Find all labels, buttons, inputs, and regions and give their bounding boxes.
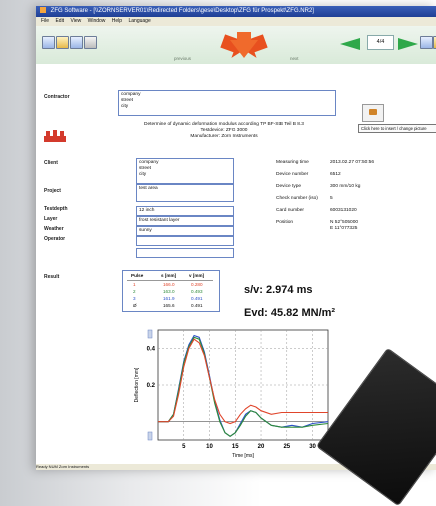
print-button[interactable]: [84, 36, 97, 49]
orange-arrows-icon[interactable]: [216, 28, 272, 62]
meta-value: 6512: [330, 172, 341, 177]
zorn-logo: [44, 130, 66, 142]
contractor-box[interactable]: company street city: [118, 90, 336, 116]
meta-value: N 52°505000 E 11°077325: [330, 220, 359, 231]
meta-key: Card number: [276, 208, 304, 213]
sv-result: s/v: 2.974 ms: [244, 284, 313, 296]
menu-help[interactable]: Help: [112, 18, 122, 24]
new-file-button[interactable]: [42, 36, 55, 49]
pulse-cell: 2: [133, 289, 136, 294]
testdepth-label: Testdepth: [44, 206, 68, 212]
meta-key: Measuring time: [276, 160, 309, 165]
window-title-bar: ZFG Software - [\\ZORNSERVER01\Redirecte…: [36, 6, 436, 17]
deflection-chart: 5 10 15 20 25 30 0.2 0.4 Time [ms] Deflection [mm…: [134, 329, 339, 459]
testdepth-field[interactable]: 12 inch: [136, 206, 234, 216]
layer-label: Layer: [44, 216, 58, 222]
meta-key: Device number: [276, 172, 309, 177]
insert-picture-button[interactable]: Click here to insert / change picture: [358, 124, 436, 133]
y-tick-label: 0.4: [147, 346, 156, 352]
client-label: Client: [44, 160, 58, 166]
meta-value: 6003131020: [330, 208, 357, 213]
x-tick-label: 20: [258, 444, 265, 450]
page-indicator: 4/4: [367, 35, 394, 50]
y-tick-label: 0.2: [147, 383, 156, 389]
pulse-cell: Ø: [133, 303, 137, 308]
toolbar-hint-right: next: [290, 56, 299, 61]
col-header-v: v [mm]: [189, 273, 205, 278]
weather-field[interactable]: sunny: [136, 226, 234, 236]
pulse-table: Pulse s [mm] v [mm] 1 166.0 0.280 2 163.…: [122, 270, 220, 312]
menu-view[interactable]: View: [70, 18, 81, 24]
s-cell: 161.9: [163, 296, 175, 301]
v-cell: 0.491: [191, 303, 203, 308]
s-cell: 165.6: [163, 303, 175, 308]
next-page-icon[interactable]: [398, 38, 418, 50]
x-tick-label: 25: [283, 444, 290, 450]
meta-key: Device type: [276, 184, 302, 189]
operator-label: Operator: [44, 236, 66, 242]
picture-placeholder[interactable]: [362, 104, 384, 122]
heading-line-3: Manufacturer: Zorn Instruments: [190, 134, 258, 139]
contractor-line-3: city: [121, 104, 129, 109]
client-box[interactable]: company street city: [136, 158, 234, 184]
toolbar-hint-left: previous: [174, 56, 192, 61]
open-folder-button[interactable]: [56, 36, 69, 49]
meta-value: 5: [330, 196, 333, 201]
contractor-label: Contractor: [44, 94, 70, 100]
meta-key: Check number (iso): [276, 196, 318, 201]
pulse-cell: 3: [133, 296, 136, 301]
table-divider: [127, 280, 213, 281]
menu-language[interactable]: Language: [128, 18, 150, 24]
project-field[interactable]: test area: [136, 184, 234, 202]
window-title: ZFG Software - [\\ZORNSERVER01\Redirecte…: [50, 8, 314, 14]
report-heading: Determine of dynamic deformation modulus…: [114, 122, 334, 140]
pulse-cell: 1: [133, 282, 136, 287]
operator-field[interactable]: [136, 236, 234, 246]
report-view-button[interactable]: [420, 36, 433, 49]
x-tick-label: 30: [309, 444, 316, 450]
menu-file[interactable]: File: [41, 18, 49, 24]
camera-icon: [369, 109, 377, 115]
x-axis-label: Time [ms]: [232, 453, 254, 459]
meta-value: 300 mm/10 kg: [330, 184, 361, 189]
previous-page-icon[interactable]: [340, 38, 360, 50]
layer-field[interactable]: frost resistant layer: [136, 216, 234, 226]
weather-label: Weather: [44, 226, 64, 232]
app-icon: [40, 7, 46, 13]
v-cell: 0.280: [191, 282, 203, 287]
v-cell: 0.491: [191, 296, 203, 301]
toolbar: previous next 4/4: [36, 26, 436, 65]
y-scroll-bottom-handle: [147, 431, 153, 441]
col-header-s: s [mm]: [161, 273, 177, 278]
project-label: Project: [44, 188, 61, 194]
s-cell: 163.0: [163, 289, 175, 294]
client-line-3: city: [139, 172, 147, 177]
meta-key: Position: [276, 220, 294, 225]
y-axis-label: Deflection [mm]: [134, 367, 140, 402]
menu-edit[interactable]: Edit: [55, 18, 64, 24]
result-label: Result: [44, 274, 60, 280]
x-tick-label: 5: [182, 444, 186, 450]
meta-value: 2013.02.27 07:50:56: [330, 160, 375, 165]
y-scroll-top-handle: [147, 329, 153, 339]
x-tick-label: 15: [232, 444, 239, 450]
menu-window[interactable]: Window: [88, 18, 106, 24]
x-tick-label: 10: [206, 444, 213, 450]
extra-field[interactable]: [136, 248, 234, 258]
evd-result: Evd: 45.82 MN/m²: [244, 307, 336, 319]
save-button[interactable]: [70, 36, 83, 49]
v-cell: 0.493: [191, 289, 203, 294]
col-header-pulse: Pulse: [131, 273, 144, 278]
s-cell: 166.0: [163, 282, 175, 287]
